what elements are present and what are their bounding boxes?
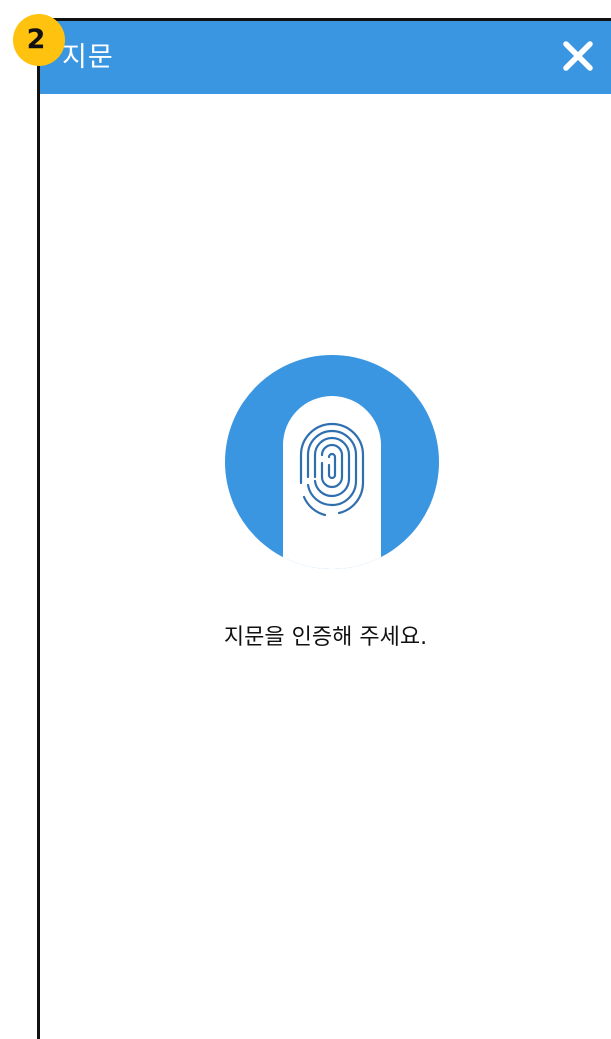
step-badge: 2 bbox=[13, 14, 65, 66]
dialog-header: 지문 bbox=[40, 21, 611, 94]
instruction-text: 지문을 인증해 주세요. bbox=[223, 625, 428, 650]
fingerprint-icon bbox=[225, 355, 439, 569]
close-button[interactable] bbox=[553, 31, 603, 81]
close-icon bbox=[563, 41, 593, 71]
dialog-frame-left bbox=[37, 18, 40, 1039]
fingerprint-auth-screen: 지문 2 지문을 인증해 주세요. bbox=[0, 0, 611, 1039]
dialog-title: 지문 bbox=[62, 42, 114, 73]
fingerprint-illustration bbox=[225, 355, 439, 569]
